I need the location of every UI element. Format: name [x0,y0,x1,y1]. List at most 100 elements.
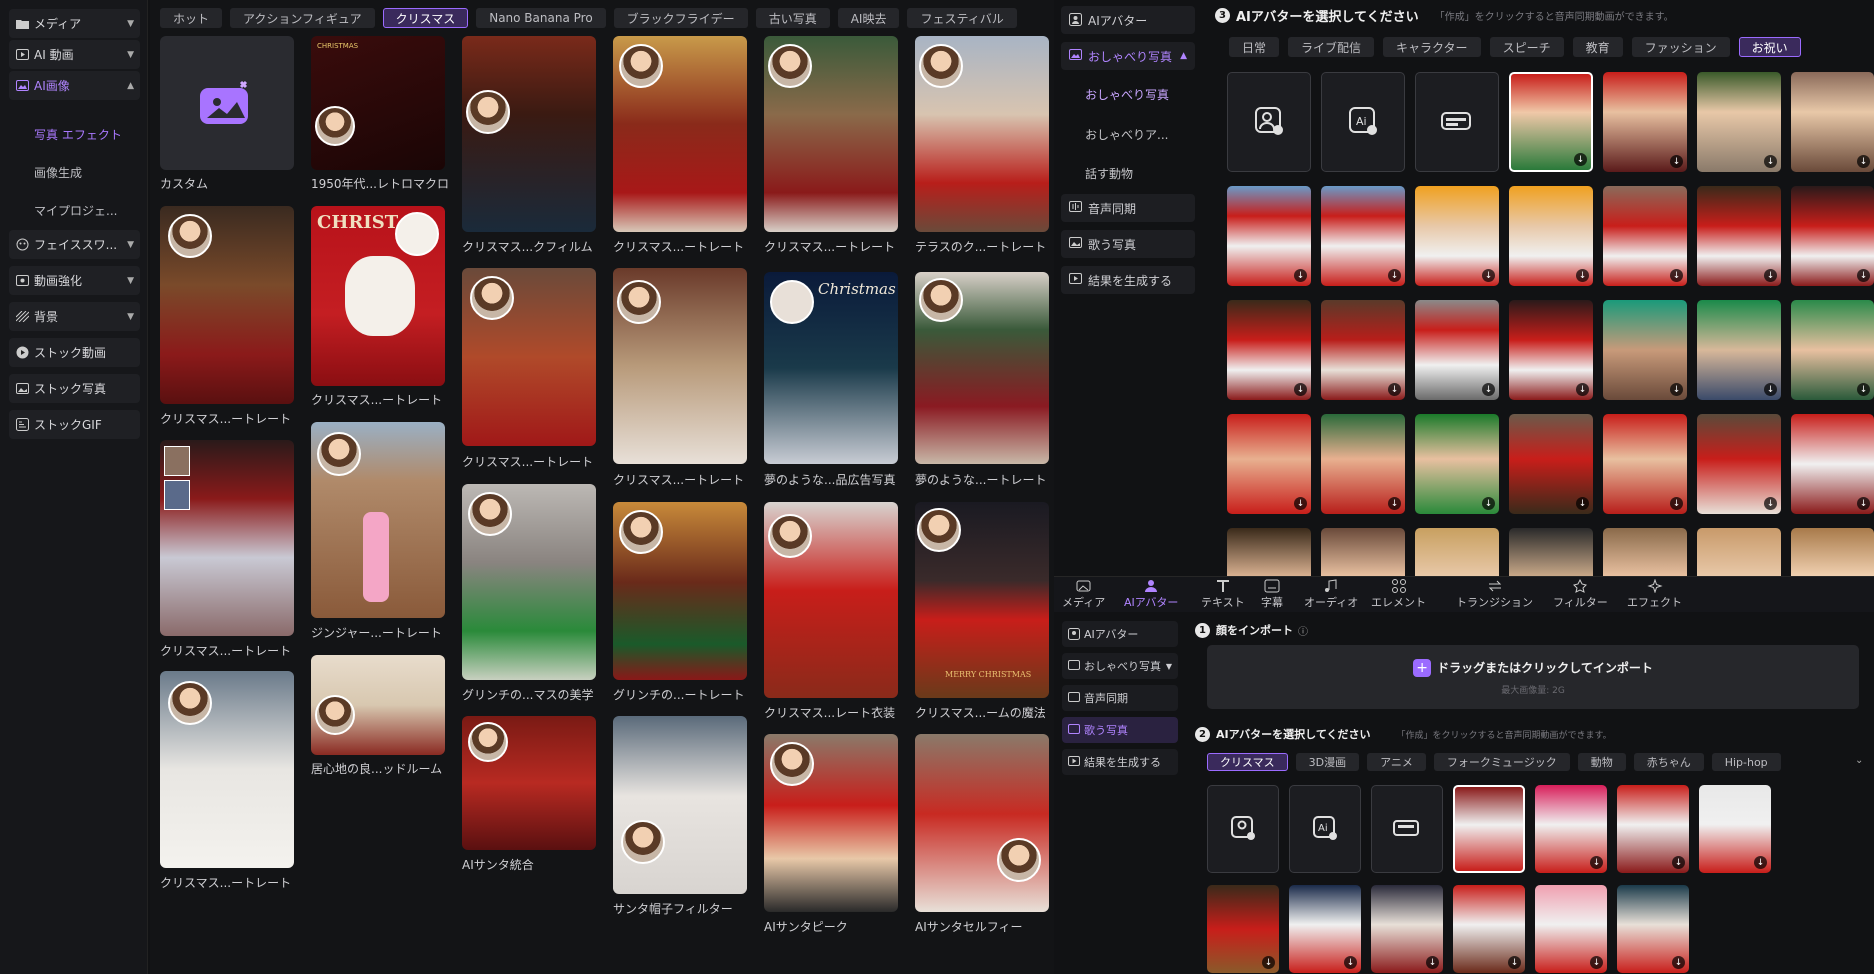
effect-card-santa-woman[interactable] [160,206,294,404]
avatar-tile[interactable]: ↓ [1509,186,1593,286]
avatar-tile[interactable]: ↓ [1509,300,1593,400]
avatar-tile[interactable]: ↓ [1697,414,1781,514]
filter-chip[interactable]: Nano Banana Pro [476,8,606,28]
effect-card-white-coat[interactable] [160,671,294,868]
avatar-tile[interactable]: ↓ [1415,414,1499,514]
tool-media[interactable]: メディア [1062,579,1105,610]
avatar-tile[interactable]: ↓ [1321,300,1405,400]
bottom-menu-singing-photo[interactable]: 歌う写真 [1062,717,1178,743]
sidebar-sub-image-gen[interactable]: 画像生成 [34,164,82,181]
avatar-tile[interactable]: ↓ [1535,885,1607,973]
tab-character[interactable]: キャラクター [1383,37,1481,57]
effect-card-costume[interactable] [764,502,898,698]
chevron-down-icon[interactable]: ⌄ [1855,755,1863,766]
avatar-tile[interactable]: ↓ [1535,785,1607,873]
effect-card-snow-globe-magic[interactable]: MERRY CHRISTMAS [915,502,1049,698]
avatar-tile[interactable]: ↓ [1699,785,1771,873]
avatar-tile[interactable]: ↓ [1415,300,1499,400]
avatar-tile[interactable]: ↓ [1289,885,1361,973]
menu-item-talking-photo[interactable]: おしゃべり写真 ▲ [1061,42,1195,70]
bottom-menu-lip-sync[interactable]: 音声同期 [1062,685,1178,711]
tab-3d-cartoon[interactable]: 3D漫画 [1295,753,1360,771]
avatar-tile[interactable]: ↓ [1617,785,1689,873]
avatar-tile[interactable]: ↓ [1603,186,1687,286]
effect-card-film[interactable] [462,36,596,232]
sidebar-item-stock-photo[interactable]: ストック写真 [9,374,140,403]
tool-audio[interactable]: オーディオ [1304,579,1358,610]
avatar-tile[interactable]: ↓ [1227,186,1311,286]
import-button[interactable]: + ドラッグまたはクリックしてインポート [1413,658,1653,677]
avatar-tile[interactable]: ↓ [1617,885,1689,973]
effect-card-perfume[interactable]: Christmas [764,272,898,464]
tool-subtitle[interactable]: 字幕 [1261,579,1283,610]
tab-baby[interactable]: 赤ちゃん [1633,753,1704,771]
menu-sub-talking-photo[interactable]: おしゃべり写真 [1085,86,1169,103]
tab-animal[interactable]: 動物 [1577,753,1626,771]
tab-christmas[interactable]: クリスマス [1207,753,1288,771]
filter-chip[interactable]: フェスティバル [907,8,1017,28]
effect-card-retro[interactable]: CHRISTMAS [311,36,445,170]
avatar-tile[interactable]: ↓ [1227,300,1311,400]
filter-chip[interactable]: 古い写真 [755,8,830,28]
avatar-tile[interactable]: ↓ [1207,885,1279,973]
avatar-tile[interactable] [1603,528,1687,576]
bottom-menu-generate[interactable]: 結果を生成する [1062,749,1178,775]
sidebar-item-face-swap[interactable]: フェイススワ... ▼ [9,230,140,259]
avatar-tile[interactable] [1697,528,1781,576]
tool-transition[interactable]: トランジション [1456,579,1533,610]
sidebar-item-ai-image[interactable]: AI画像 ▲ [9,71,140,100]
filter-chip[interactable]: AI映去 [837,8,900,28]
effect-card-grinch-portrait[interactable] [613,502,747,680]
avatar-tile[interactable]: ↓ [1603,414,1687,514]
sidebar-item-ai-video[interactable]: AI 動画 ▼ [9,40,140,69]
tab-live[interactable]: ライブ配信 [1288,37,1375,57]
filter-chip[interactable]: アクションフィギュア [230,8,375,28]
avatar-tile[interactable]: ↓ [1791,186,1874,286]
sidebar-item-stock-gif[interactable]: ストックGIF [9,410,140,439]
avatar-library-tile[interactable] [1415,72,1499,172]
menu-item-ai-avatar[interactable]: AIアバター [1061,6,1195,34]
avatar-tile[interactable]: ↓ [1371,885,1443,973]
effect-card-gingerbread[interactable] [311,422,445,618]
sidebar-sub-my-projects[interactable]: マイプロジェ... [34,202,117,219]
tab-folk-music[interactable]: フォークミュージック [1433,753,1570,771]
filter-chip[interactable]: ブラックフライデー [613,8,748,28]
bottom-menu-ai-avatar[interactable]: AIアバター [1062,621,1178,647]
avatar-tile[interactable]: ↓ [1603,72,1687,172]
avatar-tile[interactable]: ↓ [1791,72,1874,172]
avatar-tile[interactable] [1415,528,1499,576]
menu-item-singing-photo[interactable]: 歌う写真 [1061,230,1195,258]
tool-filter[interactable]: フィルター [1553,579,1608,610]
avatar-tile[interactable]: ↓ [1603,300,1687,400]
effect-card-santa-peek[interactable] [764,734,898,912]
effect-card-snow-globe[interactable] [160,440,294,636]
avatar-tile[interactable]: ↓ [1509,414,1593,514]
menu-sub-talking-avatar[interactable]: おしゃべりア... [1085,126,1168,143]
bottom-menu-talking-photo[interactable]: おしゃべり写真 ▼ [1062,653,1178,679]
menu-item-lip-sync[interactable]: 音声同期 [1061,194,1195,222]
tool-element[interactable]: エレメント [1371,579,1426,610]
tab-daily[interactable]: 日常 [1229,37,1280,57]
sidebar-item-background[interactable]: 背景 ▼ [9,302,140,331]
menu-item-generate-result[interactable]: 結果を生成する [1061,266,1195,294]
avatar-tile[interactable]: ↓ [1415,186,1499,286]
effect-card-baby[interactable] [613,268,747,464]
avatar-tile[interactable]: ↓ [1321,186,1405,286]
effect-card-santa-selfie[interactable] [915,734,1049,912]
effect-card-santa-hat[interactable] [613,716,747,894]
tool-effect[interactable]: エフェクト [1627,579,1682,610]
sidebar-sub-photo-effect[interactable]: 写真 エフェクト [34,126,122,143]
avatar-tile[interactable]: ↓ [1791,414,1874,514]
avatar-tile[interactable] [1509,528,1593,576]
filter-chip[interactable]: ホット [160,8,223,28]
sidebar-item-enhance[interactable]: 動画強化 ▼ [9,266,140,295]
avatar-tile[interactable]: ↓ [1227,414,1311,514]
tab-hiphop[interactable]: Hip-hop [1711,753,1781,771]
avatar-tile[interactable]: ↓ [1697,300,1781,400]
effect-card-santa-combine[interactable] [462,716,596,850]
tab-celebration[interactable]: お祝い [1738,37,1801,57]
custom-effect-card[interactable] [160,36,294,170]
avatar-tile[interactable]: ↓ [1321,414,1405,514]
sidebar-item-media[interactable]: メディア ▼ [9,9,140,38]
effect-card-dreamy[interactable] [915,272,1049,464]
